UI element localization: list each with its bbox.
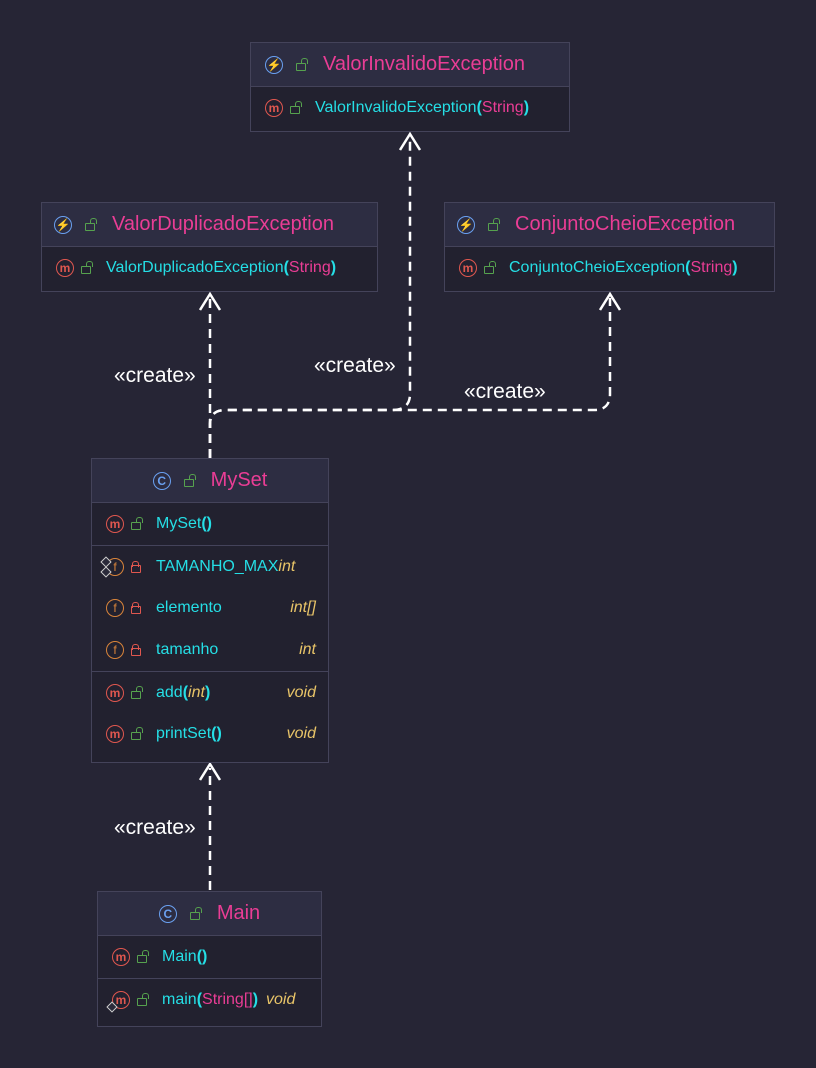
node-valor-invalido-exception[interactable]: ⚡ ValorInvalidoException m ValorInvalido… <box>250 42 570 132</box>
field-icon: f <box>106 599 124 617</box>
field-name: TAMANHO_MAX <box>156 557 279 575</box>
class-title: ConjuntoCheioException <box>515 213 736 235</box>
close-paren: ) <box>204 683 211 701</box>
field-row[interactable]: f TAMANHO_MAX int <box>92 545 328 587</box>
method-icon: m <box>56 259 74 277</box>
method-icon: m <box>112 948 130 966</box>
class-title: ValorDuplicadoException <box>112 213 334 235</box>
public-lock-icon <box>136 992 150 1007</box>
public-lock-icon <box>189 906 203 921</box>
constructor-row[interactable]: m Main() <box>98 936 321 978</box>
param-type: String <box>288 259 331 276</box>
node-main[interactable]: C Main m Main() m main(String[]) void <box>97 891 322 1027</box>
node-header: ⚡ ValorDuplicadoException <box>42 203 377 247</box>
return-type: void <box>286 725 316 742</box>
class-title: MySet <box>210 469 268 491</box>
public-lock-icon <box>130 517 144 531</box>
exception-class-icon: ⚡ <box>457 215 475 234</box>
public-lock-icon <box>80 261 94 275</box>
constructor-row[interactable]: m ValorDuplicadoException(String) <box>42 247 377 289</box>
create-label-valorinvalido: «create» <box>314 354 396 377</box>
public-lock-icon <box>483 261 497 275</box>
close-paren: ) <box>523 99 530 116</box>
public-lock-icon <box>136 950 150 964</box>
method-name: add <box>156 683 183 701</box>
constructor-name: Main <box>162 948 197 965</box>
method-icon: m <box>459 259 477 277</box>
field-type: int <box>278 557 296 575</box>
param-type: String <box>481 99 524 116</box>
parens: () <box>211 725 222 742</box>
exception-class-icon: ⚡ <box>265 55 283 74</box>
field-icon: f <box>106 641 124 659</box>
class-title: ValorInvalidoException <box>323 53 525 75</box>
node-header: ⚡ ValorInvalidoException <box>251 43 569 87</box>
class-title: Main <box>216 902 261 924</box>
create-label-valorduplicado: «create» <box>114 364 196 387</box>
constructor-row[interactable]: m ValorInvalidoException(String) <box>251 87 569 129</box>
constructor-name: ConjuntoCheioException <box>509 259 686 276</box>
create-label-conjuntocheio: «create» <box>464 380 546 403</box>
field-type: int[] <box>290 599 316 616</box>
main-class-icon: C <box>158 904 177 923</box>
constructor-name: ValorInvalidoException <box>315 99 477 116</box>
param-type: String <box>690 259 733 276</box>
node-conjunto-cheio-exception[interactable]: ⚡ ConjuntoCheioException m ConjuntoCheio… <box>444 202 775 292</box>
return-type: void <box>266 990 296 1008</box>
method-icon: m <box>106 725 124 743</box>
create-label-myset: «create» <box>114 816 196 839</box>
exception-class-icon: ⚡ <box>54 215 72 234</box>
close-paren: ) <box>330 259 337 276</box>
parens: () <box>196 948 208 965</box>
field-row[interactable]: f elemento int[] <box>92 587 328 629</box>
method-name: printSet <box>156 725 212 742</box>
close-paren: ) <box>732 259 738 276</box>
method-row[interactable]: m main(String[]) void <box>98 978 321 1020</box>
field-row[interactable]: f tamanho int <box>92 629 328 671</box>
param-type: String[] <box>202 990 253 1008</box>
method-icon: m <box>265 99 283 117</box>
public-lock-icon <box>295 57 309 72</box>
method-icon: m <box>106 683 124 702</box>
return-type: void <box>286 683 316 701</box>
public-lock-icon <box>130 685 144 700</box>
private-lock-icon <box>130 643 144 657</box>
close-paren: ) <box>252 990 259 1008</box>
node-valor-duplicado-exception[interactable]: ⚡ ValorDuplicadoException m ValorDuplica… <box>41 202 378 292</box>
constructor-name: ValorDuplicadoException <box>106 259 284 276</box>
node-myset[interactable]: C MySet m MySet() f TAMANHO_MAX int f ele… <box>91 458 329 763</box>
param-type: int <box>188 683 205 701</box>
node-header: C Main <box>98 892 321 936</box>
private-lock-icon <box>130 560 144 574</box>
public-lock-icon <box>289 101 303 115</box>
node-header: C MySet <box>92 459 328 503</box>
constructor-name: MySet <box>156 515 202 532</box>
public-lock-icon <box>487 217 501 232</box>
node-header: ⚡ ConjuntoCheioException <box>445 203 774 247</box>
parens: () <box>201 515 212 532</box>
method-row[interactable]: m printSet() void <box>92 713 328 755</box>
method-icon: m <box>106 515 124 533</box>
field-type: int <box>299 641 316 658</box>
public-lock-icon <box>130 727 144 741</box>
field-name: elemento <box>156 599 222 616</box>
public-lock-icon <box>183 473 197 488</box>
method-name: main <box>162 990 197 1008</box>
constructor-row[interactable]: m ConjuntoCheioException(String) <box>445 247 774 289</box>
field-name: tamanho <box>156 641 219 658</box>
class-icon: C <box>152 471 171 490</box>
method-row[interactable]: m add(int) void <box>92 671 328 713</box>
private-lock-icon <box>130 601 144 615</box>
constructor-row[interactable]: m MySet() <box>92 503 328 545</box>
public-lock-icon <box>84 217 98 232</box>
